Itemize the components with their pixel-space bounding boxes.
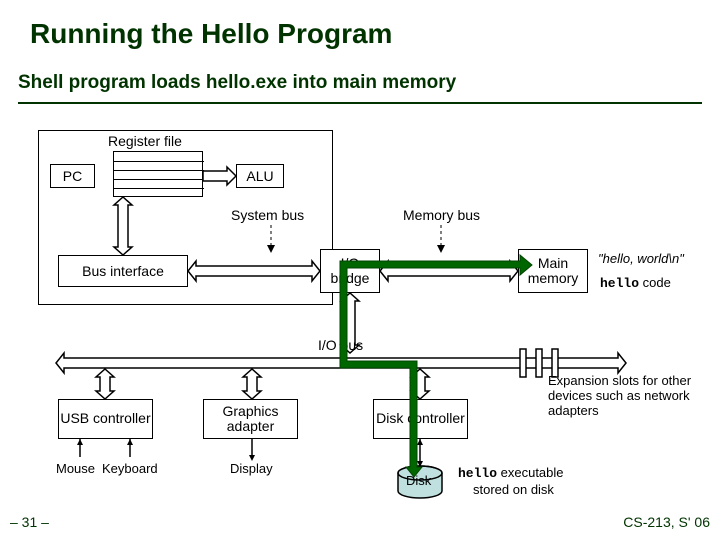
keyboard-label: Keyboard bbox=[102, 461, 158, 476]
system-bus-dashed-arrow bbox=[266, 225, 276, 253]
page-subtitle: Shell program loads hello.exe into main … bbox=[18, 72, 456, 94]
graphics-connector-arrow bbox=[243, 369, 261, 399]
regfile-alu-arrow bbox=[203, 167, 236, 185]
register-file-label: Register file bbox=[108, 133, 182, 149]
bus-interface-label: Bus interface bbox=[82, 263, 164, 279]
io-bridge-box: I/O bridge bbox=[320, 249, 380, 293]
hello-world-text: "hello, world\n" bbox=[598, 251, 684, 266]
usb-controller-box: USB controller bbox=[58, 399, 153, 439]
display-line bbox=[248, 439, 256, 461]
iobridge-memory-arrow bbox=[380, 261, 518, 281]
disk-line bbox=[416, 439, 424, 467]
graphics-adapter-label: Graphics adapter bbox=[204, 404, 297, 435]
hello-code-text: hello code bbox=[600, 275, 671, 291]
footer-course-id: CS-213, S' 06 bbox=[623, 514, 710, 530]
mouse-line bbox=[76, 439, 84, 461]
alu-box: ALU bbox=[236, 164, 284, 188]
register-file-box bbox=[113, 151, 203, 197]
hello-exec-mono: hello bbox=[458, 466, 497, 481]
disk-label: Disk bbox=[406, 473, 431, 488]
system-diagram: Register file PC ALU Bus interface Syste… bbox=[18, 115, 702, 525]
io-bus-label: I/O bus bbox=[318, 337, 363, 353]
businterface-iobridge-arrow bbox=[188, 261, 320, 281]
usb-controller-label: USB controller bbox=[60, 411, 150, 426]
disk-controller-box: Disk controller bbox=[373, 399, 468, 439]
main-memory-box: Main memory bbox=[518, 249, 588, 293]
title-underline bbox=[18, 102, 702, 104]
disk-connector-arrow bbox=[411, 369, 429, 399]
io-bridge-label: I/O bridge bbox=[321, 256, 379, 287]
code-suffix: code bbox=[639, 275, 671, 290]
regfile-businterface-arrow bbox=[114, 197, 132, 255]
page-title: Running the Hello Program bbox=[30, 18, 392, 50]
bus-interface-box: Bus interface bbox=[58, 255, 188, 287]
expansion-slots-text: Expansion slots for other devices such a… bbox=[548, 373, 698, 418]
alu-label: ALU bbox=[246, 168, 273, 184]
exec-suffix: executable bbox=[497, 465, 564, 480]
keyboard-line bbox=[126, 439, 134, 461]
disk-controller-label: Disk controller bbox=[376, 411, 465, 426]
memory-bus-dashed-arrow bbox=[436, 225, 446, 253]
system-bus-label: System bus bbox=[231, 207, 304, 223]
graphics-adapter-box: Graphics adapter bbox=[203, 399, 298, 439]
memory-bus-label: Memory bus bbox=[403, 207, 480, 223]
display-label: Display bbox=[230, 461, 273, 476]
pc-box: PC bbox=[50, 164, 95, 188]
usb-connector-arrow bbox=[96, 369, 114, 399]
hello-mono: hello bbox=[600, 276, 639, 291]
stored-on-disk-text: stored on disk bbox=[473, 482, 554, 497]
mouse-label: Mouse bbox=[56, 461, 95, 476]
main-memory-label: Main memory bbox=[519, 256, 587, 287]
footer-page-number: – 31 – bbox=[10, 514, 49, 530]
hello-executable-text: hello executable bbox=[458, 465, 564, 481]
pc-label: PC bbox=[63, 168, 82, 184]
